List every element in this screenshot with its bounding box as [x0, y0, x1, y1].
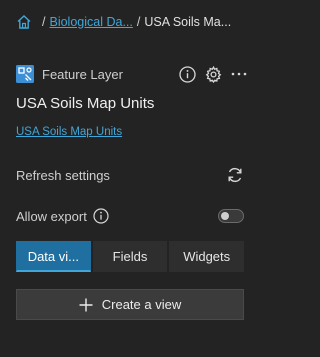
item-details-panel: / Biological Da... / USA Soils Ma... Fea… — [0, 0, 262, 357]
refresh-settings-label: Refresh settings — [16, 167, 110, 183]
tab-label: Fields — [112, 249, 148, 264]
tab-fields[interactable]: Fields — [92, 241, 168, 272]
refresh-settings-row: Refresh settings — [16, 165, 244, 185]
breadcrumb-separator: / — [136, 15, 141, 29]
allow-export-label-group: Allow export — [16, 208, 109, 224]
breadcrumb-separator: / — [42, 15, 46, 29]
allow-export-row: Allow export — [16, 206, 244, 226]
info-icon[interactable] — [178, 65, 196, 83]
info-icon[interactable] — [93, 208, 109, 224]
tab-widgets[interactable]: Widgets — [169, 241, 245, 272]
tab-label: Data vi... — [27, 248, 79, 264]
create-view-button[interactable]: Create a view — [16, 289, 244, 320]
item-type-row: Feature Layer — [16, 64, 248, 84]
allow-export-label: Allow export — [16, 208, 87, 224]
item-title: USA Soils Map Units — [16, 95, 155, 112]
item-source-link[interactable]: USA Soils Map Units — [16, 126, 122, 138]
breadcrumb-parent-link[interactable]: Biological Da... — [49, 15, 132, 29]
plus-icon — [79, 298, 93, 312]
gear-icon[interactable] — [204, 65, 222, 83]
refresh-icon[interactable] — [226, 166, 244, 184]
toggle-knob — [221, 212, 229, 220]
breadcrumb-current: USA Soils Ma... — [144, 15, 232, 29]
tab-label: Widgets — [183, 249, 231, 264]
allow-export-toggle[interactable] — [218, 209, 244, 223]
more-options-icon[interactable] — [230, 65, 248, 83]
tab-data-views[interactable]: Data vi... — [16, 241, 91, 272]
create-view-label: Create a view — [101, 297, 182, 312]
feature-layer-icon — [16, 65, 34, 83]
tab-bar: Data vi... Fields Widgets — [16, 241, 245, 272]
breadcrumb: / Biological Da... / USA Soils Ma... — [16, 13, 256, 31]
item-type-label: Feature Layer — [42, 66, 123, 82]
home-icon[interactable] — [16, 14, 32, 30]
